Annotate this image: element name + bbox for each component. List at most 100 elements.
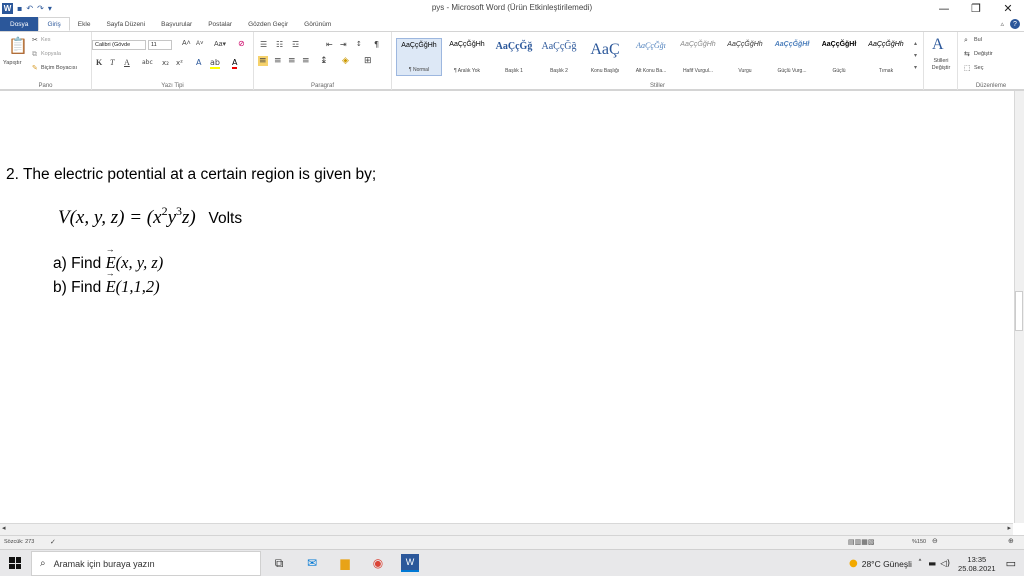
- mail-icon[interactable]: ✉: [303, 554, 321, 572]
- increase-indent-icon[interactable]: ⇥: [340, 40, 347, 49]
- cut-button[interactable]: Kes: [41, 37, 50, 43]
- styles-scroll-up-icon[interactable]: ▴: [914, 40, 917, 47]
- multilevel-list-icon[interactable]: ☲: [292, 40, 299, 49]
- tab-page-layout[interactable]: Sayfa Düzeni: [98, 17, 153, 31]
- style-normal[interactable]: AaÇçĞğHh ¶ Normal: [396, 38, 442, 76]
- search-placeholder: Aramak için buraya yazın: [53, 558, 155, 569]
- find-button[interactable]: Bul: [974, 37, 982, 43]
- align-right-icon[interactable]: ≡: [288, 56, 296, 66]
- style-emphasis[interactable]: AaÇçĞğHh Vurgu: [722, 38, 768, 76]
- justify-icon[interactable]: ≡: [302, 56, 310, 66]
- proofing-icon[interactable]: ✓: [50, 538, 56, 546]
- task-view-icon[interactable]: ⧉: [270, 554, 288, 572]
- weather-icon[interactable]: ●: [849, 558, 858, 569]
- paste-button[interactable]: Yapıştır: [3, 60, 22, 66]
- change-styles-icon[interactable]: A: [932, 36, 944, 54]
- styles-more-icon[interactable]: ▾: [914, 64, 917, 71]
- style-name: Hafif Vurgul...: [682, 68, 714, 74]
- grow-font-icon[interactable]: A˄: [182, 40, 191, 47]
- replace-button[interactable]: Değiştir: [974, 51, 993, 57]
- vertical-scrollbar[interactable]: [1014, 91, 1024, 523]
- vertical-scroll-thumb[interactable]: [1015, 291, 1023, 331]
- ribbon-collapse-icon[interactable]: ▵: [1000, 20, 1004, 28]
- style-title[interactable]: AaÇ Konu Başlığı: [582, 38, 628, 76]
- change-styles-button[interactable]: Stilleri Değiştir: [924, 58, 958, 72]
- scroll-right-icon[interactable]: ▸: [1007, 524, 1011, 532]
- text-effects-icon[interactable]: A: [196, 58, 201, 67]
- strikethrough-icon[interactable]: abc: [142, 59, 153, 66]
- style-heading-1[interactable]: AaÇçĞğ Başlık 1: [491, 38, 537, 76]
- word-taskbar-icon[interactable]: W: [401, 554, 419, 572]
- show-marks-icon[interactable]: ¶: [374, 40, 379, 49]
- paste-icon[interactable]: 📋: [8, 36, 28, 55]
- style-heading-2[interactable]: AaÇçĞğ Başlık 2: [536, 38, 582, 76]
- tab-home[interactable]: Giriş: [38, 17, 70, 31]
- tab-review[interactable]: Gözden Geçir: [240, 17, 296, 31]
- cut-icon[interactable]: ✂: [32, 36, 38, 44]
- find-icon[interactable]: ⌕: [964, 36, 968, 45]
- style-strong[interactable]: AaÇçĞğHł Güçlü: [816, 38, 862, 76]
- weather-text[interactable]: 28°C Güneşli: [862, 559, 912, 569]
- copy-button[interactable]: Kopyala: [41, 51, 61, 57]
- font-color-icon[interactable]: A: [232, 58, 238, 69]
- align-center-icon[interactable]: ≡: [274, 56, 282, 66]
- style-intense-emphasis[interactable]: AaÇçĞğHł Güçlü Vurg...: [769, 38, 815, 76]
- chrome-icon[interactable]: ◉: [369, 554, 387, 572]
- taskbar-search[interactable]: ⌕ Aramak için buraya yazın: [31, 551, 261, 576]
- font-name-combo[interactable]: Calibri (Gövde: [92, 40, 146, 50]
- tab-mailings[interactable]: Postalar: [200, 17, 240, 31]
- styles-scroll-down-icon[interactable]: ▾: [914, 52, 917, 59]
- tab-file[interactable]: Dosya: [0, 17, 39, 31]
- copy-icon[interactable]: ⧉: [32, 50, 37, 59]
- close-button[interactable]: ✕: [992, 0, 1024, 17]
- highlight-icon[interactable]: ab: [210, 58, 220, 69]
- line-spacing-icon[interactable]: ↨: [320, 56, 328, 66]
- change-case-icon[interactable]: Aa▾: [214, 40, 226, 48]
- tray-expand-icon[interactable]: ˄: [918, 559, 922, 569]
- start-icon[interactable]: [9, 557, 21, 569]
- decrease-indent-icon[interactable]: ⇤: [326, 40, 333, 49]
- style-no-spacing[interactable]: AaÇçĞğHh ¶ Aralık Yok: [444, 38, 490, 76]
- format-painter-icon[interactable]: ✎: [32, 64, 38, 72]
- italic-icon[interactable]: T: [110, 58, 114, 67]
- file-explorer-icon[interactable]: ▆: [336, 554, 354, 572]
- shading-icon[interactable]: ◈: [342, 56, 349, 66]
- tab-view[interactable]: Görünüm: [296, 17, 339, 31]
- bold-icon[interactable]: K: [96, 58, 102, 67]
- select-icon[interactable]: ⬚: [964, 64, 971, 72]
- superscript-icon[interactable]: x²: [176, 59, 183, 67]
- replace-icon[interactable]: ⇆: [964, 50, 970, 58]
- horizontal-scrollbar[interactable]: ◂ ▸: [0, 523, 1013, 535]
- document-page[interactable]: 2. The electric potential at a certain r…: [0, 91, 1013, 523]
- subscript-icon[interactable]: x₂: [162, 59, 169, 67]
- tab-references[interactable]: Başvurular: [153, 17, 200, 31]
- scroll-left-icon[interactable]: ◂: [2, 524, 6, 532]
- select-button[interactable]: Seç: [974, 65, 983, 71]
- numbering-icon[interactable]: ☷: [276, 40, 283, 49]
- word-count[interactable]: Sözcük: 273: [4, 539, 34, 545]
- underline-icon[interactable]: A: [124, 58, 130, 67]
- sort-icon[interactable]: ↕: [356, 40, 362, 48]
- shrink-font-icon[interactable]: A˅: [196, 41, 204, 47]
- minimize-button[interactable]: —: [928, 0, 960, 17]
- tab-insert[interactable]: Ekle: [70, 17, 99, 31]
- battery-icon[interactable]: ▬: [928, 559, 936, 569]
- bullets-icon[interactable]: ☰: [260, 40, 267, 49]
- clock[interactable]: 13:35 25.08.2021: [958, 555, 996, 573]
- zoom-in-icon[interactable]: ⊕: [1008, 537, 1014, 545]
- maximize-button[interactable]: ❐: [960, 0, 992, 17]
- volume-icon[interactable]: ◁): [940, 559, 950, 569]
- clear-format-icon[interactable]: ⊘: [238, 39, 245, 48]
- help-icon[interactable]: ?: [1010, 19, 1020, 29]
- style-subtle-emphasis[interactable]: AaÇçĞğHh Hafif Vurgul...: [675, 38, 721, 76]
- align-left-icon[interactable]: ≡: [258, 56, 268, 66]
- format-painter-button[interactable]: Biçim Boyacısı: [41, 65, 77, 71]
- borders-icon[interactable]: ⊞: [364, 56, 372, 66]
- view-buttons-icon[interactable]: ▤▥▦▧: [848, 538, 874, 546]
- zoom-out-icon[interactable]: ⊖: [932, 537, 938, 545]
- notifications-icon[interactable]: ▭: [1006, 557, 1016, 570]
- style-quote[interactable]: AaÇçĞğHh Tırnak: [863, 38, 909, 76]
- style-subtitle[interactable]: AaÇçĞğı Alt Konu Ba...: [628, 38, 674, 76]
- zoom-level[interactable]: %150: [912, 539, 926, 545]
- font-size-combo[interactable]: 11: [148, 40, 172, 50]
